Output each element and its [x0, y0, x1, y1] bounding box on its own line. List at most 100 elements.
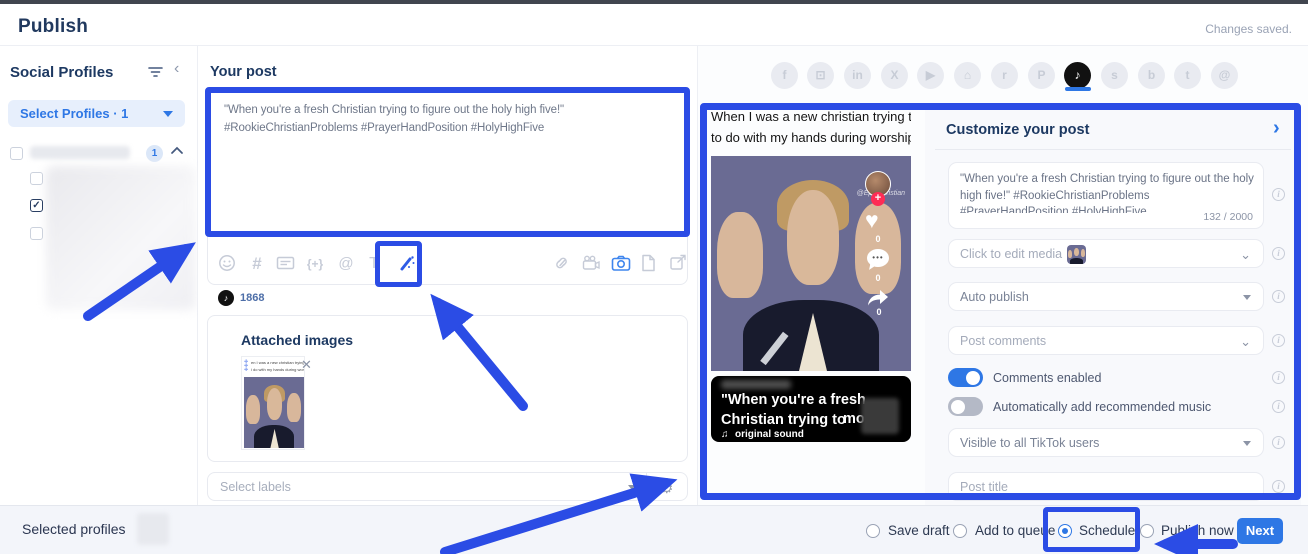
- group-checkbox[interactable]: [10, 147, 23, 160]
- follow-plus-icon[interactable]: +: [871, 192, 885, 206]
- text-style-icon[interactable]: T: [364, 254, 384, 274]
- info-icon[interactable]: i: [1272, 400, 1285, 413]
- like-count: 0: [865, 234, 891, 244]
- post-comments-select[interactable]: Post comments ⌄: [948, 326, 1264, 355]
- info-icon[interactable]: i: [1272, 480, 1285, 493]
- preview-card-caption-line2: Christian trying to: [721, 411, 846, 431]
- selected-profiles-label: Selected profiles: [22, 521, 126, 537]
- comment-bubble-icon[interactable]: •••: [867, 249, 889, 267]
- attached-images-card: Attached images ✛✛✛ en I was a new chris…: [207, 315, 688, 462]
- mention-icon[interactable]: @: [336, 254, 356, 274]
- composer-toolbar: # {+} @ T: [208, 242, 689, 286]
- hashtag-icon[interactable]: #: [247, 254, 267, 274]
- publish-mode-select[interactable]: Auto publish: [948, 282, 1264, 311]
- your-post-heading: Your post: [210, 64, 277, 80]
- network-snapchat-icon[interactable]: s: [1101, 62, 1128, 89]
- next-button[interactable]: Next: [1237, 518, 1283, 544]
- network-x-icon[interactable]: X: [881, 62, 908, 89]
- post-title-field[interactable]: Post title: [948, 472, 1264, 501]
- network-linkedin-icon[interactable]: in: [844, 62, 871, 89]
- filter-icon[interactable]: [148, 66, 163, 78]
- info-icon[interactable]: i: [1272, 334, 1285, 347]
- video-icon[interactable]: [581, 254, 601, 274]
- music-note-icon: ♫: [721, 429, 729, 440]
- network-instagram-icon[interactable]: ⊡: [807, 62, 834, 89]
- info-icon[interactable]: i: [1272, 247, 1285, 260]
- publish-mode-value: Auto publish: [960, 290, 1029, 304]
- visibility-select[interactable]: Visible to all TikTok users: [948, 428, 1264, 457]
- comments-enabled-label: Comments enabled: [993, 371, 1101, 385]
- camera-icon[interactable]: [611, 254, 631, 274]
- profile-checkbox-2-checked[interactable]: ✓: [30, 199, 43, 212]
- labels-select[interactable]: Select labels ⚙: [207, 472, 688, 501]
- changes-saved-status: Changes saved.: [1205, 22, 1292, 36]
- network-tiktok-icon-active[interactable]: ♪: [1064, 62, 1091, 89]
- emoji-icon[interactable]: [218, 254, 238, 274]
- radio-schedule-selected[interactable]: [1058, 524, 1072, 538]
- network-bluesky-icon[interactable]: b: [1138, 62, 1165, 89]
- chevron-down-icon: ⌄: [1240, 247, 1251, 263]
- import-post-icon[interactable]: [669, 254, 689, 274]
- radio-publish-now-label: Publish now: [1161, 523, 1234, 538]
- attached-image-thumbnail[interactable]: ✛✛✛ en I was a new christian trying to f…: [241, 356, 305, 450]
- share-arrow-icon[interactable]: [866, 288, 890, 308]
- divider: [935, 149, 1291, 150]
- album-art-redacted: [861, 398, 899, 434]
- info-icon[interactable]: i: [1272, 188, 1285, 201]
- radio-save-draft[interactable]: [866, 524, 880, 538]
- preview-sound-label: original sound: [735, 429, 804, 440]
- customize-text-field[interactable]: "When you're a fresh Christian trying to…: [948, 162, 1264, 229]
- sidebar-title: Social Profiles: [10, 64, 113, 81]
- selected-profile-avatar: [137, 513, 169, 545]
- info-icon[interactable]: i: [1272, 290, 1285, 303]
- drag-handle-icon: ✛✛✛: [244, 360, 248, 372]
- chevron-right-icon[interactable]: ›: [1273, 117, 1280, 140]
- collapse-sidebar-icon[interactable]: ‹: [174, 60, 179, 78]
- variables-icon[interactable]: {+}: [305, 254, 325, 274]
- social-profiles-sidebar: Social Profiles ‹ Select Profiles · 1 1 …: [0, 46, 198, 505]
- select-profiles-dropdown[interactable]: Select Profiles · 1: [8, 100, 185, 127]
- visibility-value: Visible to all TikTok users: [960, 436, 1099, 450]
- labels-settings-gear-icon[interactable]: ⚙: [660, 479, 673, 497]
- network-google-business-icon[interactable]: ⌂: [954, 62, 981, 89]
- chevron-down-icon: [628, 485, 636, 490]
- post-text-input[interactable]: "When you're a fresh Christian trying to…: [224, 102, 676, 138]
- thumb-caption-line2: i do with my hands during worship: [251, 367, 304, 373]
- info-icon[interactable]: i: [1272, 371, 1285, 384]
- tiktok-char-count: 1868: [240, 292, 264, 304]
- preview-section: f ⊡ in X ▶ ⌂ r P ♪ s b t @ When I was a …: [698, 46, 1308, 505]
- chevron-up-icon[interactable]: [171, 146, 183, 154]
- info-icon[interactable]: i: [1272, 436, 1285, 449]
- link-icon[interactable]: [552, 254, 572, 274]
- radio-schedule-label: Schedule: [1079, 523, 1135, 538]
- network-tumblr-icon[interactable]: t: [1174, 62, 1201, 89]
- edit-media-label: Click to edit media: [960, 247, 1062, 261]
- recommended-music-toggle[interactable]: [948, 397, 983, 416]
- ai-assistant-wand-icon[interactable]: [397, 254, 417, 274]
- customize-heading: Customize your post: [946, 122, 1089, 138]
- customize-text-value: "When you're a fresh Christian trying to…: [960, 171, 1254, 213]
- post-composer-card: "When you're a fresh Christian trying to…: [207, 89, 688, 285]
- file-icon[interactable]: [640, 254, 660, 274]
- network-threads-icon[interactable]: @: [1211, 62, 1238, 89]
- network-facebook-icon[interactable]: f: [771, 62, 798, 89]
- like-heart-icon[interactable]: ♥: [865, 209, 879, 232]
- network-pinterest-icon[interactable]: P: [1028, 62, 1055, 89]
- network-reddit-icon[interactable]: r: [991, 62, 1018, 89]
- edit-media-row[interactable]: Click to edit media ⌄: [948, 239, 1264, 268]
- network-youtube-icon[interactable]: ▶: [917, 62, 944, 89]
- select-profiles-label: Select Profiles · 1: [20, 106, 128, 121]
- saved-captions-icon[interactable]: [276, 254, 296, 274]
- publish-page: Publish Changes saved. Social Profiles ‹…: [0, 0, 1308, 554]
- preview-caption-line2: to do with my hands during worship: [711, 130, 911, 145]
- radio-add-to-queue[interactable]: [953, 524, 967, 538]
- post-comments-placeholder: Post comments: [960, 334, 1046, 348]
- profile-checkbox-3[interactable]: [30, 227, 43, 240]
- radio-save-draft-label: Save draft: [888, 523, 950, 538]
- remove-image-icon[interactable]: ✕: [301, 358, 312, 371]
- radio-add-to-queue-label: Add to queue: [975, 523, 1055, 538]
- radio-publish-now[interactable]: [1140, 524, 1154, 538]
- comments-enabled-toggle[interactable]: [948, 368, 983, 387]
- profile-checkbox-1[interactable]: [30, 172, 43, 185]
- customize-panel: Customize your post › "When you're a fre…: [925, 106, 1301, 546]
